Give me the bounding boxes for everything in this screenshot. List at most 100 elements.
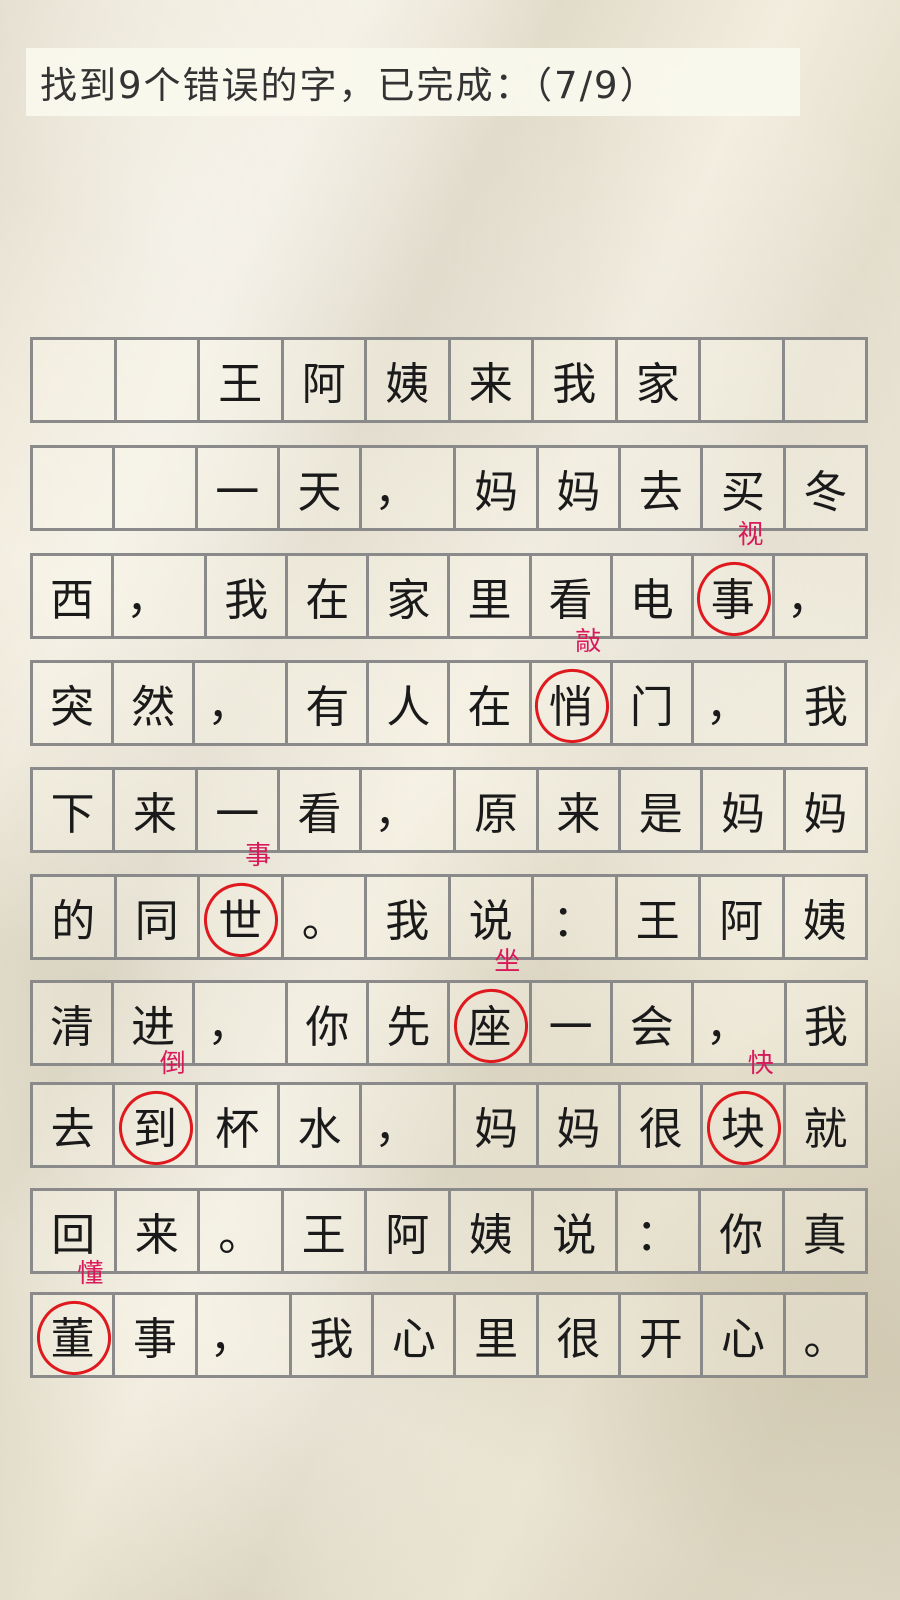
grid-cell[interactable]: 心 xyxy=(374,1295,457,1375)
grid-cell[interactable]: 阿 xyxy=(284,340,367,420)
grid-cell[interactable]: 突 xyxy=(33,663,115,743)
grid-cell[interactable]: 阿 xyxy=(367,1191,451,1271)
grid-cell[interactable]: 董懂 xyxy=(29,1261,118,1382)
grid-cell[interactable]: 先 xyxy=(369,983,451,1063)
grid-cell[interactable]: 事 xyxy=(115,1295,198,1375)
grid-cell[interactable]: 来 xyxy=(117,1191,200,1271)
grid-cell[interactable]: 来 xyxy=(115,770,198,850)
grid-cell[interactable]: 妈 xyxy=(539,1085,622,1165)
grid-row: 的同世事。我说 ： 王阿姨 xyxy=(30,843,868,964)
grid-cell[interactable] xyxy=(701,340,785,420)
grid-cell[interactable]: 冬 xyxy=(786,448,865,528)
grid-cell[interactable]: 清 xyxy=(33,983,115,1063)
grid-cell[interactable]: 我 xyxy=(787,983,865,1063)
grid-cell[interactable]: ， xyxy=(114,556,208,636)
grid-cell[interactable]: 悄敲 xyxy=(527,629,616,750)
grid-cell[interactable]: 然 xyxy=(114,663,196,743)
grid-cell[interactable]: 电 xyxy=(613,556,694,636)
grid-cell[interactable]: 王 xyxy=(284,1191,367,1271)
grid-cell[interactable]: 一 xyxy=(532,983,613,1063)
grid-cell[interactable]: ， xyxy=(362,770,457,850)
grid-cell[interactable]: 很 xyxy=(539,1295,622,1375)
grid-cell[interactable]: 里 xyxy=(456,1295,539,1375)
grid-cell[interactable]: 门 xyxy=(613,663,694,743)
grid-cell[interactable]: 块快 xyxy=(700,1051,788,1172)
grid-cell[interactable]: ： xyxy=(534,877,618,957)
grid-cell[interactable]: 。 xyxy=(284,877,367,957)
grid-cell[interactable]: 事视 xyxy=(689,522,778,643)
grid-cell[interactable]: 我 xyxy=(787,663,865,743)
grid-cell[interactable]: 是 xyxy=(621,770,704,850)
grid-cell[interactable] xyxy=(33,448,116,528)
grid-cell[interactable]: 开 xyxy=(621,1295,704,1375)
grid-cell[interactable]: 妈 xyxy=(456,448,539,528)
grid-cell[interactable]: 我 xyxy=(534,340,618,420)
grid-cell[interactable]: ： xyxy=(618,1191,701,1271)
grid-cell[interactable]: 妈 xyxy=(456,1085,539,1165)
grid-cell[interactable]: 就 xyxy=(786,1085,865,1165)
grid-cell[interactable]: 来 xyxy=(451,340,534,420)
grid-cell[interactable]: 天 xyxy=(280,448,363,528)
grid-cell[interactable]: 阿 xyxy=(701,877,785,957)
grid-cell[interactable]: 姨 xyxy=(451,1191,534,1271)
grid-cell[interactable]: 看 xyxy=(532,556,613,636)
grid-cell[interactable]: 原 xyxy=(456,770,539,850)
grid-cell[interactable]: 王 xyxy=(200,340,284,420)
grid-cell[interactable]: 妈 xyxy=(539,448,622,528)
grid-cell[interactable]: 家 xyxy=(618,340,701,420)
grid-cell[interactable]: 妈 xyxy=(703,770,786,850)
grid-cell[interactable]: 人 xyxy=(369,663,451,743)
grid-cell[interactable]: 姨 xyxy=(367,340,451,420)
grid-cell[interactable]: 说 xyxy=(534,1191,618,1271)
grid-cell[interactable]: 去 xyxy=(33,1085,116,1165)
grid-cell[interactable]: ， xyxy=(775,556,865,636)
grid-cell[interactable]: ， xyxy=(198,1295,292,1375)
grid-cell[interactable]: 西 xyxy=(33,556,115,636)
grid-cell[interactable] xyxy=(115,448,198,528)
grid-cell[interactable]: 座坐 xyxy=(446,949,535,1070)
grid-cell[interactable] xyxy=(785,340,866,420)
grid-cell[interactable]: 姨 xyxy=(785,877,866,957)
grid-cell[interactable]: 的 xyxy=(33,877,117,957)
grid-cell[interactable]: 看 xyxy=(280,770,363,850)
grid-cell[interactable]: 有 xyxy=(288,663,370,743)
cell-character: 在 xyxy=(467,682,512,733)
grid-cell[interactable]: 我 xyxy=(207,556,289,636)
grid-cell[interactable]: 在 xyxy=(450,663,532,743)
grid-cell[interactable]: 水 xyxy=(280,1085,363,1165)
grid-cell[interactable]: ， xyxy=(195,663,289,743)
grid-cell[interactable]: 到倒 xyxy=(112,1051,200,1172)
grid-cell[interactable]: 同 xyxy=(117,877,200,957)
grid-cell[interactable]: 心 xyxy=(703,1295,786,1375)
grid-cell[interactable]: ， xyxy=(362,448,457,528)
grid-cell[interactable]: 来 xyxy=(539,770,622,850)
grid-cell[interactable]: ， xyxy=(195,983,289,1063)
grid-cell[interactable] xyxy=(117,340,200,420)
grid-cell[interactable]: 会 xyxy=(613,983,694,1063)
grid-cell[interactable]: 你 xyxy=(288,983,370,1063)
grid-cell[interactable]: 我 xyxy=(292,1295,375,1375)
grid-cell[interactable]: 家 xyxy=(369,556,451,636)
grid-cell[interactable]: 王 xyxy=(618,877,701,957)
grid-cell[interactable]: 世事 xyxy=(197,843,286,964)
grid-cell[interactable]: 买 xyxy=(703,448,786,528)
grid-cell[interactable]: 去 xyxy=(621,448,704,528)
grid-cell[interactable]: 。 xyxy=(786,1295,865,1375)
grid-cell[interactable]: ， xyxy=(362,1085,457,1165)
grid-cell[interactable]: 一 xyxy=(198,770,280,850)
grid-cell[interactable]: 。 xyxy=(200,1191,284,1271)
grid-cell[interactable]: 一 xyxy=(198,448,280,528)
grid-cell[interactable]: 说 xyxy=(451,877,534,957)
grid-cell[interactable]: 回 xyxy=(33,1191,117,1271)
grid-cell[interactable]: 很 xyxy=(621,1085,704,1165)
grid-cell[interactable]: 杯 xyxy=(198,1085,280,1165)
grid-cell[interactable]: 你 xyxy=(701,1191,785,1271)
grid-cell[interactable]: 里 xyxy=(450,556,532,636)
grid-cell[interactable]: 在 xyxy=(288,556,370,636)
grid-cell[interactable]: ， xyxy=(694,663,787,743)
grid-cell[interactable]: 我 xyxy=(367,877,451,957)
grid-cell[interactable] xyxy=(33,340,117,420)
grid-cell[interactable]: 真 xyxy=(785,1191,866,1271)
grid-cell[interactable]: 妈 xyxy=(786,770,865,850)
grid-cell[interactable]: 下 xyxy=(33,770,116,850)
